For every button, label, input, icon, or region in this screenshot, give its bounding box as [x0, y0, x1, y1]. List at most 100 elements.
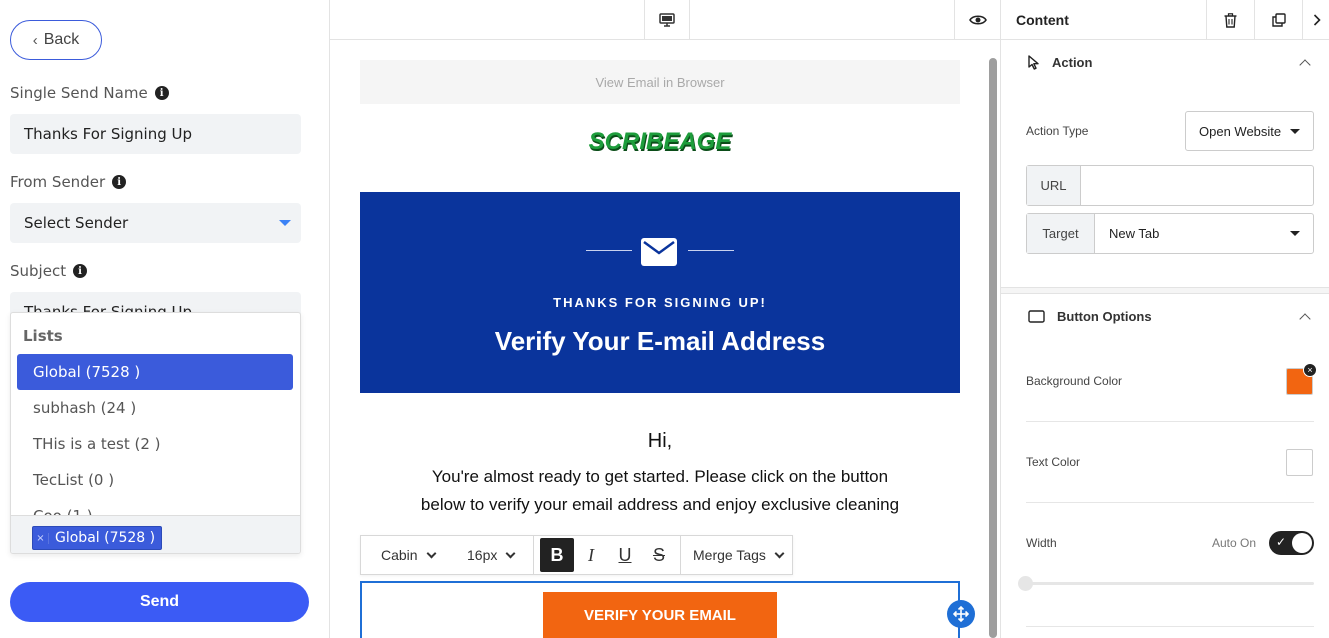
divider [1026, 421, 1314, 422]
button-block[interactable]: VERIFY YOUR EMAIL [360, 581, 960, 638]
properties-header: Content [1001, 0, 1329, 40]
background-color-label: Background Color [1026, 374, 1123, 388]
chevron-left-icon: ‹ [32, 31, 38, 49]
chevron-down-icon [774, 548, 785, 558]
view-in-browser-link[interactable]: View Email in Browser [360, 60, 960, 104]
email-canvas: View Email in Browser SCRIBEAGE THANKS F… [330, 40, 1000, 638]
chevron-right-icon [1313, 14, 1321, 26]
target-select[interactable]: New Tab [1095, 214, 1313, 253]
list-option[interactable]: subhash (24 ) [17, 390, 293, 426]
caret-down-icon [1290, 129, 1300, 134]
action-section-title: Action [1052, 55, 1093, 70]
chevron-down-icon [426, 548, 437, 558]
trash-icon [1224, 12, 1237, 28]
chip-label: Global (7528 ) [55, 530, 156, 546]
font-family-select[interactable]: Cabin [361, 536, 445, 574]
single-send-name-input[interactable]: Thanks For Signing Up [10, 114, 301, 154]
merge-tags-label: Merge Tags [693, 547, 766, 563]
strikethrough-button[interactable]: S [642, 538, 676, 572]
action-section-header[interactable]: Action [1028, 55, 1092, 70]
merge-tags-select[interactable]: Merge Tags [681, 536, 785, 574]
body-text[interactable]: You're almost ready to get started. Plea… [410, 463, 910, 525]
auto-width-toggle[interactable]: ✓ [1269, 531, 1314, 555]
back-button[interactable]: ‹ Back [10, 20, 102, 60]
hero-banner: THANKS FOR SIGNING UP! Verify Your E-mai… [360, 192, 960, 393]
width-slider-handle[interactable] [1018, 576, 1033, 591]
chevron-down-icon [505, 548, 516, 558]
duplicate-button[interactable] [1254, 0, 1302, 40]
font-family-value: Cabin [381, 547, 418, 563]
single-send-name-value: Thanks For Signing Up [24, 125, 193, 143]
width-label: Width [1026, 536, 1057, 550]
divider [1026, 626, 1314, 627]
canvas-scrollbar[interactable] [989, 58, 997, 638]
italic-button[interactable]: I [574, 538, 608, 572]
envelope-icon [641, 238, 677, 266]
panel-title: Content [1016, 12, 1069, 28]
hero-kicker: THANKS FOR SIGNING UP! [553, 295, 767, 310]
editor-top-bar [330, 0, 1000, 40]
divider-line [688, 250, 734, 251]
from-sender-select[interactable]: Select Sender [10, 203, 301, 243]
chevron-up-icon[interactable] [1299, 313, 1311, 325]
brand-logo: SCRIBEAGE [588, 128, 732, 155]
chevron-up-icon[interactable] [1299, 59, 1311, 71]
remove-icon[interactable]: × [33, 532, 49, 544]
url-field: URL [1026, 165, 1314, 206]
auto-width-label: Auto On [1212, 536, 1257, 550]
target-value: New Tab [1109, 226, 1160, 241]
send-button[interactable]: Send [10, 582, 309, 622]
eye-icon [968, 15, 987, 25]
back-label: Back [43, 31, 80, 48]
url-label: URL [1027, 166, 1081, 205]
font-size-value: 16px [467, 547, 498, 563]
selected-list-chip[interactable]: × Global (7528 ) [32, 526, 163, 550]
from-sender-value: Select Sender [24, 214, 129, 232]
underline-button[interactable]: U [608, 538, 642, 572]
width-slider[interactable] [1026, 582, 1314, 585]
subject-text: Subject [10, 262, 67, 280]
collapse-panel-button[interactable] [1302, 0, 1329, 40]
selected-lists-bar[interactable]: × Global (7528 ) [11, 515, 300, 553]
target-field: Target New Tab [1026, 213, 1314, 254]
list-option[interactable]: Global (7528 ) [17, 354, 293, 390]
button-options-title: Button Options [1057, 309, 1152, 324]
hero-title: Verify Your E-mail Address [494, 326, 826, 356]
cursor-icon [1028, 55, 1039, 70]
check-icon: ✓ [1276, 535, 1287, 549]
caret-down-icon [1290, 231, 1300, 236]
button-options-section-header[interactable]: Button Options [1028, 309, 1152, 324]
section-divider [1001, 287, 1329, 294]
from-sender-text: From Sender [10, 173, 106, 191]
send-settings-panel: ‹ Back Single Send Name i Thanks For Sig… [0, 0, 330, 638]
text-color-swatch[interactable] [1286, 449, 1313, 476]
url-input[interactable] [1081, 166, 1313, 205]
toggle-knob [1292, 533, 1312, 553]
verify-email-button[interactable]: VERIFY YOUR EMAIL [543, 592, 777, 638]
single-send-name-text: Single Send Name [10, 84, 148, 102]
list-option[interactable]: THis is a test (2 ) [17, 426, 293, 462]
divider [1026, 502, 1314, 503]
preview-button[interactable] [954, 0, 1000, 40]
lists-dropdown: Lists Global (7528 ) subhash (24 ) THis … [10, 312, 301, 554]
info-icon[interactable]: i [73, 264, 88, 278]
desktop-view-button[interactable] [644, 0, 690, 40]
font-size-select[interactable]: 16px [445, 536, 533, 574]
greeting-text[interactable]: Hi, [360, 430, 960, 453]
button-icon [1028, 310, 1045, 323]
divider-line [586, 250, 632, 251]
bold-button[interactable]: B [540, 538, 574, 572]
toolbar-separator [533, 535, 534, 575]
text-format-toolbar: Cabin 16px B I U S Merge Tags [360, 535, 793, 575]
info-icon[interactable]: i [112, 175, 127, 189]
single-send-name-label: Single Send Name i [10, 84, 169, 102]
copy-icon [1271, 13, 1286, 27]
delete-button[interactable] [1206, 0, 1254, 40]
monitor-icon [659, 13, 675, 27]
action-type-select[interactable]: Open Website [1185, 111, 1314, 151]
list-option[interactable]: TecList (0 ) [17, 462, 293, 498]
move-icon[interactable] [947, 600, 975, 628]
info-icon[interactable]: i [154, 86, 169, 100]
clear-color-icon[interactable]: × [1303, 363, 1317, 377]
action-type-value: Open Website [1199, 123, 1282, 139]
